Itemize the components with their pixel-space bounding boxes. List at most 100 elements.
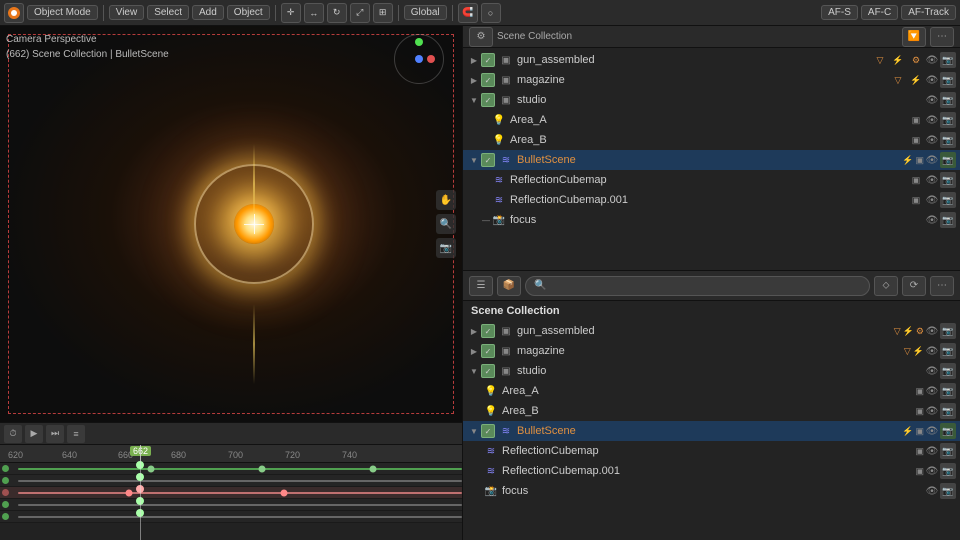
b-magazine-vis[interactable]: 👁 (924, 343, 940, 359)
b-bullet-render[interactable]: 📷 (940, 423, 956, 439)
scene-filter-btn[interactable]: ⚙ (469, 27, 493, 47)
bottom-tree-refl1[interactable]: ≋ ReflectionCubemap ▣ 👁 📷 (463, 441, 960, 461)
b-area-b-render[interactable]: 📷 (940, 403, 956, 419)
magazine-vis[interactable]: 👁 (924, 72, 940, 88)
cb-bullet[interactable]: ✓ (481, 153, 495, 167)
b-area-a-render[interactable]: 📷 (940, 383, 956, 399)
viewport-gizmo[interactable] (394, 34, 454, 94)
b-studio-render[interactable]: 📷 (940, 363, 956, 379)
bottom-tree-refl2[interactable]: ≋ ReflectionCubemap.001 ▣ 👁 📷 (463, 461, 960, 481)
tree-item-bulletscene[interactable]: ▼ ✓ ≋ BulletScene ⚡ ▣ 👁 📷 (463, 150, 960, 170)
cb-magazine[interactable]: ✓ (481, 73, 495, 87)
transform-orientation[interactable]: Global (404, 5, 447, 20)
af-track-btn[interactable]: AF-Track (901, 5, 956, 20)
proportional-icon[interactable]: ○ (481, 3, 501, 23)
tree-item-area-b[interactable]: 💡 Area_B ▣ 👁 📷 (463, 130, 960, 150)
object-menu[interactable]: Object (227, 5, 270, 20)
b-refl1-vis[interactable]: 👁 (924, 443, 940, 459)
bottom-tree-magazine[interactable]: ▶ ✓ ▣ magazine ▽ ⚡ 👁 📷 (463, 341, 960, 361)
bottom-tree-gun[interactable]: ▶ ✓ ▣ gun_assembled ▽ ⚡ ⚙ 👁 📷 (463, 321, 960, 341)
tree-item-studio[interactable]: ▼ ✓ ▣ studio 👁 📷 (463, 90, 960, 110)
3d-viewport[interactable]: Camera Perspective (662) Scene Collectio… (0, 26, 462, 422)
snap-icon[interactable]: 🧲 (458, 3, 478, 23)
viewport-hand-tool[interactable]: ✋ (436, 190, 456, 210)
bullet-render[interactable]: 📷 (940, 152, 956, 168)
view-menu[interactable]: View (109, 5, 145, 20)
bottom-tree-studio[interactable]: ▼ ✓ ▣ studio 👁 📷 (463, 361, 960, 381)
cursor-icon[interactable]: ✛ (281, 3, 301, 23)
viewport-camera-icon[interactable]: 📷 (436, 238, 456, 258)
bottom-tree-area-a[interactable]: 💡 Area_A ▣ 👁 📷 (463, 381, 960, 401)
outliner-menu-btn[interactable]: ☰ (469, 276, 493, 296)
refl1-render[interactable]: 📷 (940, 172, 956, 188)
outliner-icon-btn[interactable]: 📦 (497, 276, 521, 296)
blender-logo[interactable] (4, 3, 24, 23)
bullet-vis[interactable]: 👁 (924, 152, 940, 168)
outliner-more-btn[interactable]: ⋯ (930, 276, 954, 296)
b-area-a-vis[interactable]: 👁 (924, 383, 940, 399)
rotate-icon[interactable]: ↻ (327, 3, 347, 23)
af-c-btn[interactable]: AF-C (861, 5, 898, 20)
area-b-vis[interactable]: 👁 (924, 132, 940, 148)
refl1-vis[interactable]: 👁 (924, 172, 940, 188)
b-gun-render[interactable]: 📷 (940, 323, 956, 339)
scene-more-btn[interactable]: ⋯ (930, 27, 954, 47)
studio-vis[interactable]: 👁 (924, 92, 940, 108)
cb-gun[interactable]: ✓ (481, 53, 495, 67)
bottom-tree-bulletscene[interactable]: ▼ ✓ ≋ BulletScene ⚡ ▣ 👁 📷 (463, 421, 960, 441)
b-refl1-render[interactable]: 📷 (940, 443, 956, 459)
gun-render[interactable]: 📷 (940, 52, 956, 68)
gun-vis[interactable]: 👁 (924, 52, 940, 68)
area-a-render[interactable]: 📷 (940, 112, 956, 128)
magazine-render[interactable]: 📷 (940, 72, 956, 88)
timeline-play-btn[interactable]: ▶ (25, 425, 43, 443)
b-label-bullet: BulletScene (517, 425, 898, 437)
timeline-next-btn[interactable]: ⏭ (46, 425, 64, 443)
tree-item-area-a[interactable]: 💡 Area_A ▣ 👁 📷 (463, 110, 960, 130)
b-cb-gun[interactable]: ✓ (481, 324, 495, 338)
timeline-menu-btn[interactable]: ≡ (67, 425, 85, 443)
b-studio-vis[interactable]: 👁 (924, 363, 940, 379)
b-cb-studio[interactable]: ✓ (481, 364, 495, 378)
select-menu[interactable]: Select (147, 5, 189, 20)
focus-render[interactable]: 📷 (940, 212, 956, 228)
b-focus-vis[interactable]: 👁 (924, 483, 940, 499)
timeline-track-1 (0, 463, 462, 475)
b-refl1-tag: ▣ (915, 446, 924, 457)
viewport-zoom-tool[interactable]: 🔍 (436, 214, 456, 234)
cb-studio[interactable]: ✓ (481, 93, 495, 107)
af-s-btn[interactable]: AF-S (821, 5, 858, 20)
b-area-b-vis[interactable]: 👁 (924, 403, 940, 419)
icon-area-b: 💡 (491, 132, 507, 148)
mode-selector[interactable]: Object Mode (27, 5, 98, 20)
b-bullet-vis[interactable]: 👁 (924, 423, 940, 439)
outliner-filter-btn[interactable]: ⬦ (874, 276, 898, 296)
area-b-render[interactable]: 📷 (940, 132, 956, 148)
refl2-vis[interactable]: 👁 (924, 192, 940, 208)
b-refl2-render[interactable]: 📷 (940, 463, 956, 479)
refl2-render[interactable]: 📷 (940, 192, 956, 208)
tree-item-refl2[interactable]: ≋ ReflectionCubemap.001 ▣ 👁 📷 (463, 190, 960, 210)
outliner-sync-btn[interactable]: ⟳ (902, 276, 926, 296)
add-menu[interactable]: Add (192, 5, 224, 20)
b-magazine-render[interactable]: 📷 (940, 343, 956, 359)
b-cb-magazine[interactable]: ✓ (481, 344, 495, 358)
b-focus-render[interactable]: 📷 (940, 483, 956, 499)
transform-icon[interactable]: ⊞ (373, 3, 393, 23)
outliner-search[interactable]: 🔍 (525, 276, 870, 296)
bottom-tree-focus[interactable]: 📸 focus 👁 📷 (463, 481, 960, 501)
bottom-tree-area-b[interactable]: 💡 Area_B ▣ 👁 📷 (463, 401, 960, 421)
focus-vis[interactable]: 👁 (924, 212, 940, 228)
scale-icon[interactable]: ⤢ (350, 3, 370, 23)
scene-filter2-btn[interactable]: 🔽 (902, 27, 926, 47)
tree-item-focus[interactable]: — 📸 focus 👁 📷 (463, 210, 960, 230)
tree-item-magazine[interactable]: ▶ ✓ ▣ magazine ▽ ⚡ 👁 📷 (463, 70, 960, 90)
studio-render[interactable]: 📷 (940, 92, 956, 108)
move-icon[interactable]: ↔ (304, 3, 324, 23)
tree-item-refl1[interactable]: ≋ ReflectionCubemap ▣ 👁 📷 (463, 170, 960, 190)
tree-item-gun-assembled[interactable]: ▶ ✓ ▣ gun_assembled ▽ ⚡ ⚙ 👁 📷 (463, 50, 960, 70)
b-cb-bullet[interactable]: ✓ (481, 424, 495, 438)
b-refl2-vis[interactable]: 👁 (924, 463, 940, 479)
area-a-vis[interactable]: 👁 (924, 112, 940, 128)
b-gun-vis[interactable]: 👁 (924, 323, 940, 339)
